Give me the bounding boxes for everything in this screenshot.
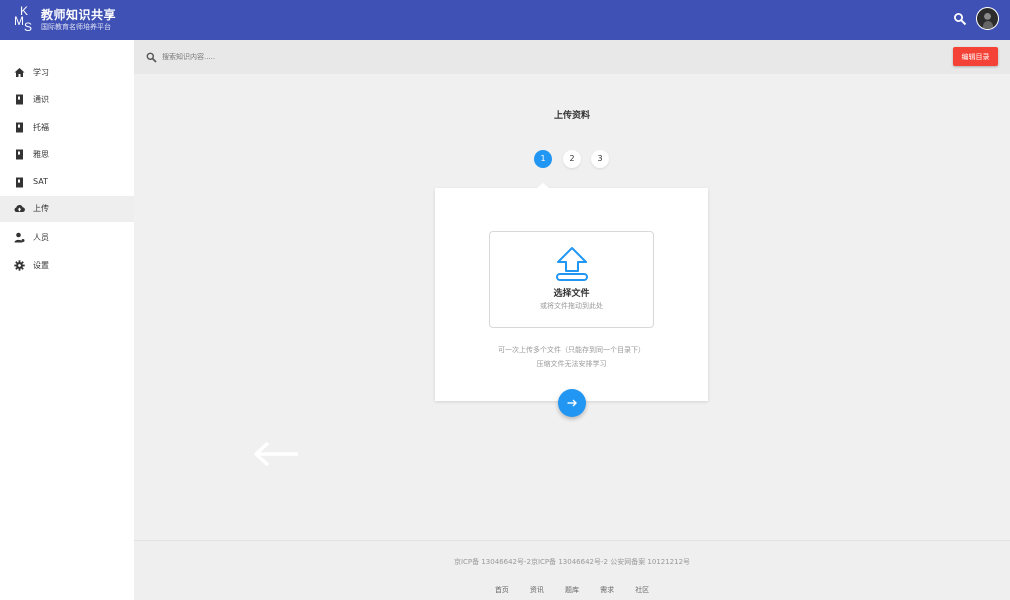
sidebar-item-settings[interactable]: 设置 — [0, 253, 134, 279]
book-icon — [16, 122, 23, 133]
sidebar-item-general[interactable]: 通识 — [0, 87, 134, 113]
user-avatar[interactable] — [976, 7, 999, 30]
footer: 京ICP备 13046642号-2京ICP备 13046642号-2 公安网备案… — [134, 540, 1010, 600]
arrow-right-icon — [567, 399, 577, 407]
cloud-upload-icon — [14, 205, 25, 213]
search-icon — [146, 52, 157, 63]
upload-card: 选择文件 或将文件拖动到此处 可一次上传多个文件（只能存到同一个目录下） 压缩文… — [435, 183, 708, 401]
sidebar-item-label: 托福 — [33, 123, 49, 132]
sidebar-item-label: 通识 — [33, 95, 49, 104]
sidebar: 学习 通识 托福 雅思 SAT 上传 人员 设置 — [0, 40, 134, 600]
sidebar-item-toefl[interactable]: 托福 — [0, 115, 134, 141]
footer-link-demands[interactable]: 需求 — [600, 585, 614, 595]
step-1[interactable]: 1 — [534, 150, 552, 168]
sidebar-item-label: 学习 — [33, 68, 49, 77]
edit-directory-button[interactable]: 编辑目录 — [953, 47, 998, 66]
logo-letter-m: M — [14, 14, 24, 28]
kms-logo[interactable]: K M S — [13, 5, 37, 33]
sidebar-item-study[interactable]: 学习 — [0, 60, 134, 86]
upload-note: 可一次上传多个文件（只能存到同一个目录下） — [498, 346, 645, 354]
sidebar-item-upload[interactable]: 上传 — [0, 196, 134, 222]
sidebar-item-label: 上传 — [33, 204, 49, 213]
brand-subtitle: 国际教育名师培养平台 — [41, 23, 111, 31]
sidebar-item-label: 雅思 — [33, 150, 49, 159]
book-icon — [16, 94, 23, 105]
next-step-button[interactable] — [558, 389, 586, 417]
card-pointer — [537, 183, 549, 188]
icp-record: 京ICP备 13046642号-2京ICP备 13046642号-2 公安网备案… — [453, 558, 691, 566]
sidebar-item-sat[interactable]: SAT — [0, 170, 134, 196]
brand-title: 教师知识共享 — [41, 8, 117, 22]
footer-link-home[interactable]: 首页 — [495, 585, 509, 595]
arrow-left-icon[interactable] — [252, 440, 300, 468]
page-title: 上传资料 — [553, 111, 590, 121]
search-input[interactable] — [162, 49, 462, 65]
upload-note: 压缩文件无法安排学习 — [536, 360, 607, 368]
sidebar-item-people[interactable]: 人员 — [0, 225, 134, 251]
sidebar-item-ielts[interactable]: 雅思 — [0, 142, 134, 168]
sidebar-item-label: SAT — [33, 177, 48, 186]
footer-link-questions[interactable]: 题库 — [565, 585, 579, 595]
footer-link-community[interactable]: 社区 — [635, 585, 649, 595]
dropzone-title: 选择文件 — [553, 289, 590, 299]
step-3[interactable]: 3 — [591, 150, 609, 168]
person-icon — [14, 232, 25, 243]
footer-links: 首页 资讯 题库 需求 社区 — [134, 577, 1010, 596]
logo-letter-s: S — [24, 20, 33, 34]
search-icon[interactable] — [953, 12, 967, 26]
footer-link-news[interactable]: 资讯 — [530, 585, 544, 595]
step-2[interactable]: 2 — [563, 150, 581, 168]
gear-icon — [14, 260, 25, 271]
dropzone-subtitle: 或将文件拖动到此处 — [540, 302, 603, 310]
top-app-bar: K M S 教师知识共享 国际教育名师培养平台 — [0, 0, 1010, 40]
home-icon — [14, 68, 25, 77]
sidebar-item-label: 人员 — [33, 233, 49, 242]
file-dropzone[interactable]: 选择文件 或将文件拖动到此处 — [489, 231, 654, 328]
search-toolbar: 编辑目录 — [134, 40, 1010, 74]
book-icon — [16, 149, 23, 160]
book-icon — [16, 177, 23, 188]
upload-icon — [556, 247, 588, 281]
sidebar-item-label: 设置 — [33, 261, 49, 270]
